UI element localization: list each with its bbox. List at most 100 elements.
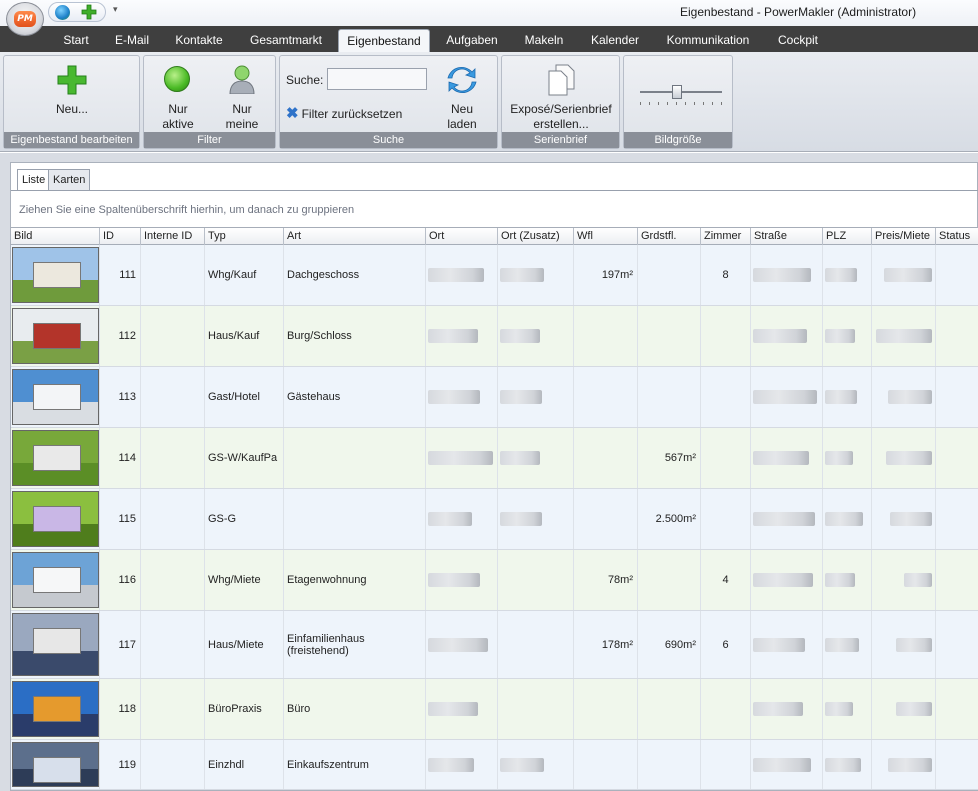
column-header-typ[interactable]: Typ	[205, 228, 284, 245]
filter-active-button[interactable]: Nur aktive	[152, 64, 204, 131]
tab-kontakte[interactable]: Kontakte	[166, 26, 232, 52]
column-header-bild[interactable]: Bild	[11, 228, 100, 245]
slider-ticks	[640, 102, 722, 105]
table-row[interactable]: 116 Whg/Miete Etagenwohnung 78m² 4	[11, 550, 978, 611]
cell-plz	[823, 489, 872, 549]
cell-plz	[823, 550, 872, 610]
cell-art: Einkaufszentrum	[284, 740, 426, 789]
new-button[interactable]: Neu...	[34, 62, 110, 118]
app-menu-button[interactable]: PM	[6, 2, 44, 36]
globe-icon[interactable]	[55, 5, 70, 20]
cell-wfl	[574, 679, 638, 739]
expose-button[interactable]: Exposé/Serienbrief erstellen...	[506, 64, 616, 131]
cell-preis-miete	[872, 740, 936, 789]
cell-id: 116	[100, 550, 141, 610]
cell-grdstfl: 690m²	[638, 611, 701, 678]
tab-karten[interactable]: Karten	[48, 169, 91, 190]
cell-typ: GS-W/KaufPa	[205, 428, 284, 488]
search-input[interactable]	[327, 68, 427, 90]
table-row[interactable]: 113 Gast/Hotel Gästehaus	[11, 367, 978, 428]
cell-plz	[823, 306, 872, 366]
cell-status	[936, 245, 978, 305]
tab-eigenbestand[interactable]: Eigenbestand	[338, 29, 430, 52]
cell-id: 113	[100, 367, 141, 427]
cell-zimmer	[701, 740, 751, 789]
tab-aufgaben[interactable]: Aufgaben	[438, 26, 506, 52]
cell-ort	[426, 428, 498, 488]
reload-label-1: Neu	[450, 102, 473, 116]
cell-art: Etagenwohnung	[284, 550, 426, 610]
cell-ort	[426, 306, 498, 366]
cell-interne-id	[141, 550, 205, 610]
reload-button[interactable]: Neu laden	[434, 64, 490, 131]
table-row[interactable]: 117 Haus/Miete Einfamilienhaus (freistehen…	[11, 611, 978, 679]
tab-gesamtmarkt[interactable]: Gesamtmarkt	[240, 26, 332, 52]
column-header-art[interactable]: Art	[284, 228, 426, 245]
tab-start[interactable]: Start	[52, 26, 100, 52]
redacted-value	[500, 512, 542, 526]
redacted-value	[888, 757, 932, 772]
cell-grdstfl	[638, 245, 701, 305]
filter-reset-button[interactable]: ✖ Filter zurücksetzen	[286, 104, 402, 122]
column-header-straße[interactable]: Straße	[751, 228, 823, 245]
tab-kalender[interactable]: Kalender	[582, 26, 648, 52]
redacted-value	[825, 573, 855, 587]
redacted-value	[825, 268, 857, 282]
column-header-grdstfl-[interactable]: Grdstfl.	[638, 228, 701, 245]
cell-wfl: 197m²	[574, 245, 638, 305]
photo-building	[33, 506, 81, 532]
redacted-value	[428, 451, 493, 465]
column-header-id[interactable]: ID	[100, 228, 141, 245]
column-header-ort-zusatz-[interactable]: Ort (Zusatz)	[498, 228, 574, 245]
redacted-value	[753, 573, 813, 587]
redacted-value	[753, 757, 811, 772]
redacted-value	[884, 268, 932, 282]
cell-zimmer	[701, 679, 751, 739]
cell-plz	[823, 428, 872, 488]
tab-email[interactable]: E-Mail	[104, 26, 160, 52]
table-row[interactable]: 118 BüroPraxis Büro	[11, 679, 978, 740]
cell-id: 119	[100, 740, 141, 789]
group-caption: Serienbrief	[502, 132, 619, 148]
table-row[interactable]: 114 GS-W/KaufPa 567m²	[11, 428, 978, 489]
group-caption: Filter	[144, 132, 275, 148]
plus-icon	[57, 65, 87, 95]
cell-typ: Whg/Miete	[205, 550, 284, 610]
expose-label-1: Exposé/Serienbrief	[510, 102, 612, 116]
column-header-zimmer[interactable]: Zimmer	[701, 228, 751, 245]
tab-cockpit[interactable]: Cockpit	[768, 26, 828, 52]
user-icon	[229, 65, 255, 94]
cell-grdstfl	[638, 740, 701, 789]
reload-label-2: laden	[447, 117, 477, 131]
column-header-status[interactable]: Status	[936, 228, 978, 245]
table-row[interactable]: 115 GS-G 2.500m²	[11, 489, 978, 550]
image-size-slider-thumb[interactable]	[671, 85, 682, 99]
column-header-plz[interactable]: PLZ	[823, 228, 872, 245]
qat-dropdown-icon[interactable]: ▾	[113, 5, 118, 15]
tab-kommunikation[interactable]: Kommunikation	[656, 26, 760, 52]
column-header-interne-id[interactable]: Interne ID	[141, 228, 205, 245]
cell-wfl	[574, 428, 638, 488]
cell-bild	[11, 740, 100, 789]
powermakler-logo-icon: PM	[14, 11, 36, 27]
cell-wfl	[574, 367, 638, 427]
table-row[interactable]: 119 Einzhdl Einkaufszentrum	[11, 740, 978, 790]
redacted-value	[896, 702, 932, 716]
column-header-ort[interactable]: Ort	[426, 228, 498, 245]
refresh-icon	[447, 66, 477, 94]
tab-makeln[interactable]: Makeln	[514, 26, 574, 52]
cell-bild	[11, 489, 100, 549]
column-header-preis-miete[interactable]: Preis/Miete	[872, 228, 936, 245]
cell-grdstfl	[638, 306, 701, 366]
table-row[interactable]: 111 Whg/Kauf Dachgeschoss 197m² 8	[11, 245, 978, 306]
redacted-value	[753, 390, 817, 404]
cell-wfl	[574, 489, 638, 549]
cell-preis-miete	[872, 679, 936, 739]
tab-liste[interactable]: Liste	[17, 169, 51, 191]
table-row[interactable]: 112 Haus/Kauf Burg/Schloss	[11, 306, 978, 367]
redacted-value	[500, 451, 540, 465]
plus-icon[interactable]	[81, 4, 97, 20]
column-header-wfl[interactable]: Wfl	[574, 228, 638, 245]
filter-mine-button[interactable]: Nur meine	[214, 64, 270, 131]
cell-ort-zusatz	[498, 489, 574, 549]
